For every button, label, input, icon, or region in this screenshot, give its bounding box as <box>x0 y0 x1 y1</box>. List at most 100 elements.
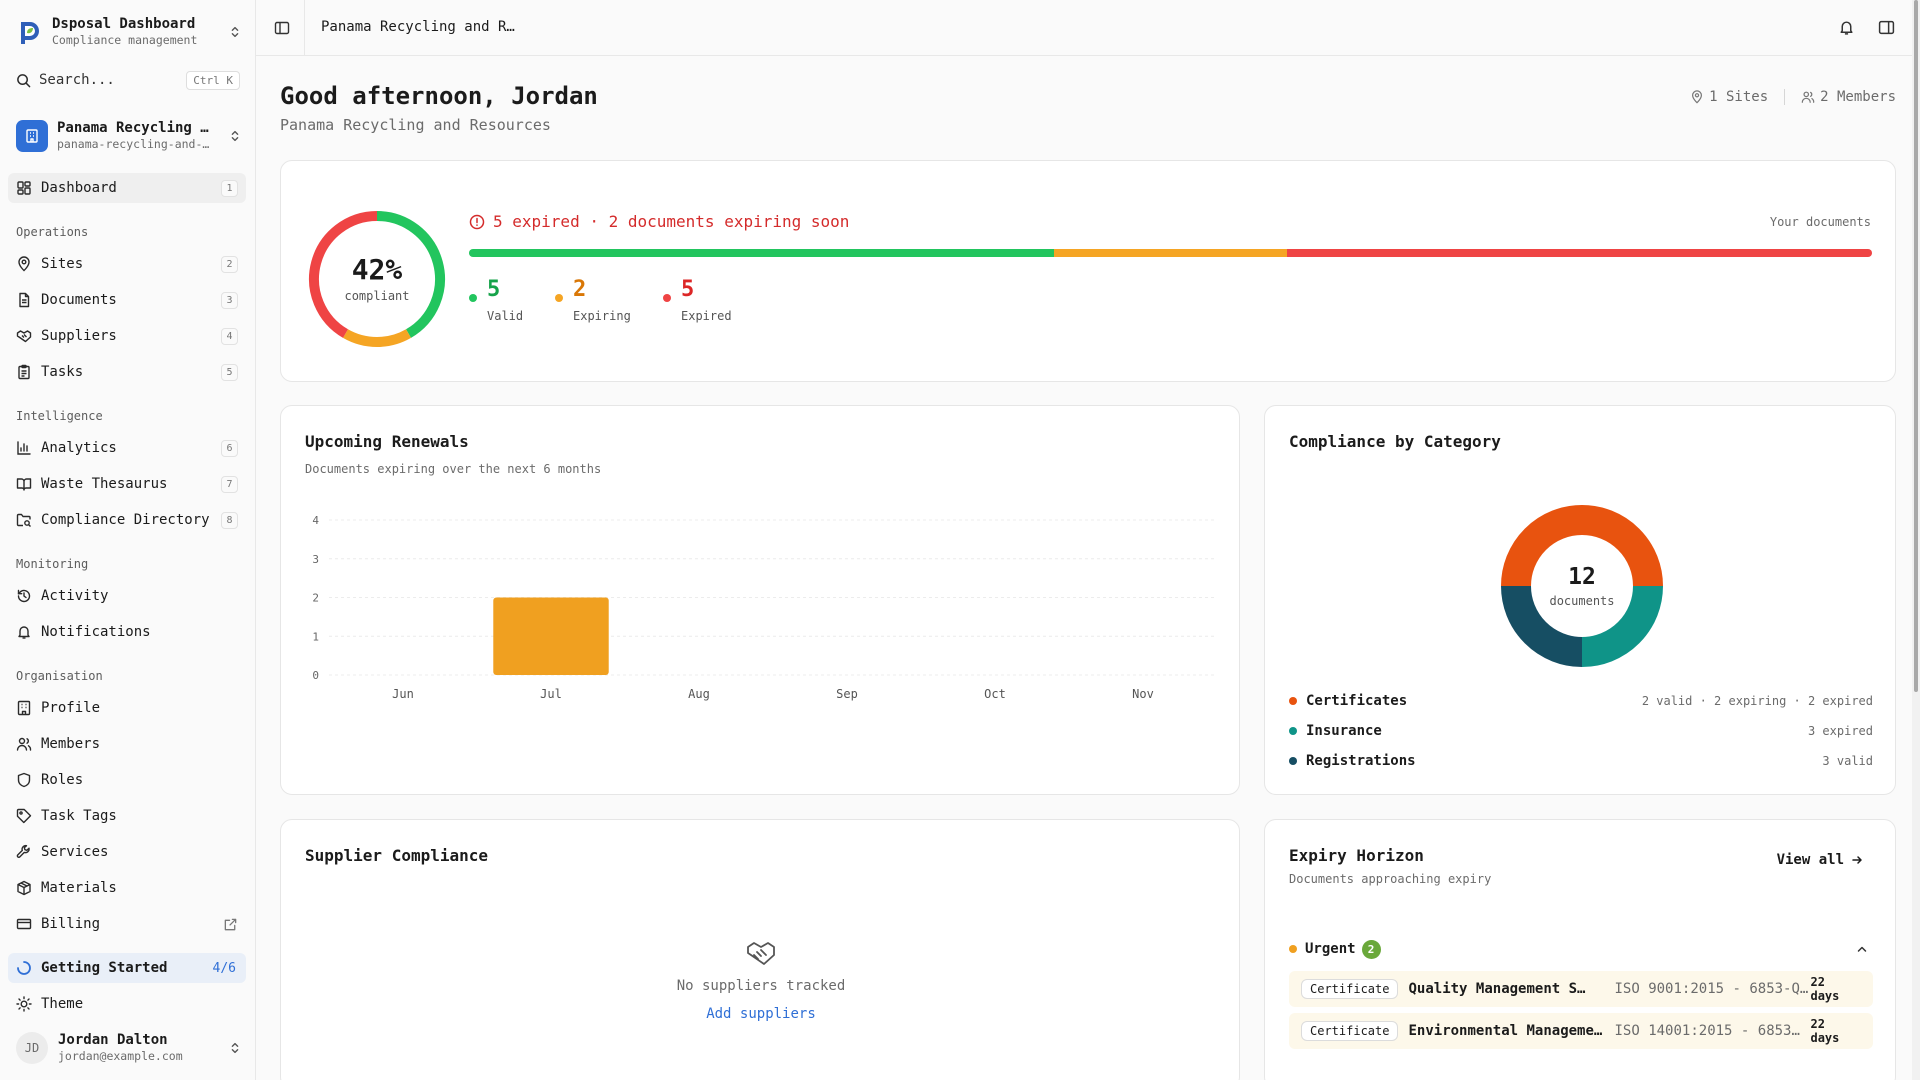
section-label-organisation: Organisation <box>16 669 103 683</box>
sidebar-item-label: Billing <box>41 916 101 932</box>
section-label-monitoring: Monitoring <box>16 557 89 571</box>
compliance-summary-card: 42% compliant 5 expired · 2 documents ex… <box>280 160 1896 382</box>
page-title: Good afternoon, Jordan <box>280 82 598 110</box>
sidebar-item-label: Analytics <box>41 440 117 456</box>
credit-card-icon <box>16 918 32 930</box>
legend-row[interactable]: Certificates 2 valid · 2 expiring · 2 ex… <box>1289 691 1873 711</box>
empty-state-text: No suppliers tracked <box>676 978 846 994</box>
card-title: Supplier Compliance <box>305 846 489 865</box>
right-panel-toggle-icon[interactable] <box>1878 19 1895 36</box>
shield-icon <box>17 772 31 788</box>
sidebar-item-services[interactable]: Services <box>8 837 246 867</box>
sidebar-toggle-icon[interactable] <box>274 20 290 36</box>
sun-icon <box>16 996 32 1012</box>
sidebar-item-activity[interactable]: Activity <box>8 581 246 611</box>
shortcut-badge: 1 <box>221 179 238 197</box>
sidebar-item-theme[interactable]: Theme <box>8 989 246 1019</box>
handshake-icon <box>16 330 32 343</box>
sidebar: Dsposal Dashboard Compliance management … <box>0 0 256 1080</box>
sidebar-item-task-tags[interactable]: Task Tags <box>8 801 246 831</box>
sidebar-item-billing[interactable]: Billing <box>8 909 246 939</box>
document-type-badge: Certificate <box>1301 979 1399 999</box>
sidebar-item-label: Task Tags <box>41 808 117 824</box>
x-tick-label: Aug <box>688 687 710 701</box>
shortcut-badge: 5 <box>221 363 238 381</box>
x-tick-label: Nov <box>1132 687 1154 701</box>
y-tick-label: 0 <box>312 669 319 682</box>
dsposal-logo <box>21 22 39 44</box>
bar-segment-valid <box>469 249 1054 257</box>
legend-name: Certificates <box>1306 693 1408 709</box>
sidebar-item-documents[interactable]: Documents 3 <box>8 285 246 315</box>
add-suppliers-link[interactable]: Add suppliers <box>281 1006 1241 1022</box>
chevrons-up-down-icon <box>231 26 239 38</box>
top-bar: Panama Recycling and R… <box>256 0 1920 56</box>
sidebar-item-label: Compliance Directory <box>41 512 210 528</box>
sidebar-item-dashboard[interactable]: Dashboard 1 <box>8 173 246 203</box>
organisation-slug: panama-recycling-and-… <box>57 137 210 151</box>
urgent-label: Urgent <box>1305 941 1356 957</box>
clipboard-icon <box>18 364 30 380</box>
sidebar-item-tasks[interactable]: Tasks 5 <box>8 357 246 387</box>
expiring-document-row[interactable]: Certificate Environmental Manageme… ISO … <box>1289 1013 1873 1049</box>
renewal-bar[interactable] <box>493 597 609 676</box>
expiring-document-row[interactable]: Certificate Quality Management S… ISO 90… <box>1289 971 1873 1007</box>
compliance-by-category-card: Compliance by Category 12 documents Cert… <box>1264 405 1896 795</box>
donut-total-label: documents <box>1549 594 1615 608</box>
days-until-expiry: 22 days <box>1810 975 1840 1003</box>
organisation-full-name: Panama Recycling and Resources <box>280 116 551 134</box>
sidebar-item-analytics[interactable]: Analytics 6 <box>8 433 246 463</box>
stat-value: 5 <box>681 277 695 302</box>
sidebar-item-waste-thesaurus[interactable]: Waste Thesaurus 7 <box>8 469 246 499</box>
organisation-meta: 1 Sites 2 Members <box>1690 89 1896 105</box>
stat-value: 2 <box>573 277 587 302</box>
sidebar-item-notifications[interactable]: Notifications <box>8 617 246 647</box>
getting-started-button[interactable]: Getting Started 4/6 <box>8 953 246 983</box>
bar-segment-expiring <box>1053 249 1288 257</box>
x-tick-label: Oct <box>984 687 1006 701</box>
view-all-link[interactable]: View all <box>1777 852 1863 868</box>
workspace-switcher[interactable]: Dsposal Dashboard Compliance management <box>16 15 242 49</box>
x-tick-label: Sep <box>836 687 858 701</box>
sidebar-item-label: Materials <box>41 880 117 896</box>
y-tick-label: 3 <box>312 553 319 566</box>
sidebar-item-label: Roles <box>41 772 84 788</box>
building-icon <box>17 700 31 716</box>
search-shortcut: Ctrl K <box>186 70 240 90</box>
scrollbar-thumb[interactable] <box>1914 0 1918 692</box>
section-label-intelligence: Intelligence <box>16 409 103 423</box>
sidebar-item-members[interactable]: Members <box>8 729 246 759</box>
sidebar-item-compliance-directory[interactable]: Compliance Directory 8 <box>8 505 246 535</box>
x-tick-label: Jul <box>540 687 562 701</box>
divider <box>304 0 305 56</box>
sidebar-item-roles[interactable]: Roles <box>8 765 246 795</box>
sidebar-item-materials[interactable]: Materials <box>8 873 246 903</box>
sidebar-item-sites[interactable]: Sites 2 <box>8 249 246 279</box>
organisation-name: Panama Recycling … <box>57 120 209 136</box>
search-button[interactable]: Search... Ctrl K <box>16 68 240 92</box>
sidebar-item-suppliers[interactable]: Suppliers 4 <box>8 321 246 351</box>
sidebar-item-label: Waste Thesaurus <box>41 476 168 492</box>
legend-row[interactable]: Registrations 3 valid <box>1289 751 1873 771</box>
card-subtitle: Documents approaching expiry <box>1289 872 1492 886</box>
sidebar-item-profile[interactable]: Profile <box>8 693 246 723</box>
sidebar-item-label: Theme <box>41 996 84 1012</box>
bell-icon[interactable] <box>1838 19 1855 36</box>
stat-dot <box>469 294 477 302</box>
stat-label: Expired <box>681 309 732 323</box>
organisation-switcher[interactable]: Panama Recycling … panama-recycling-and-… <box>16 119 242 153</box>
user-menu[interactable]: JD Jordan Dalton jordan@example.com <box>16 1030 242 1066</box>
expiry-alert: 5 expired · 2 documents expiring soon <box>469 212 849 231</box>
bell-icon <box>18 626 30 639</box>
legend-row[interactable]: Insurance 3 expired <box>1289 721 1873 741</box>
supplier-compliance-card: Supplier Compliance No suppliers tracked… <box>280 819 1240 1080</box>
organisation-building-icon <box>16 120 48 152</box>
getting-started-progress: 4/6 <box>212 960 236 976</box>
sidebar-item-label: Dashboard <box>41 180 117 196</box>
shortcut-badge: 2 <box>221 255 238 273</box>
urgent-group-toggle[interactable]: Urgent 2 <box>1289 939 1873 959</box>
donut-total: 12 <box>1568 564 1596 590</box>
compliance-ring: 42% compliant <box>305 207 449 351</box>
sidebar-item-label: Sites <box>41 256 84 272</box>
chevrons-up-down-icon <box>231 1042 239 1054</box>
